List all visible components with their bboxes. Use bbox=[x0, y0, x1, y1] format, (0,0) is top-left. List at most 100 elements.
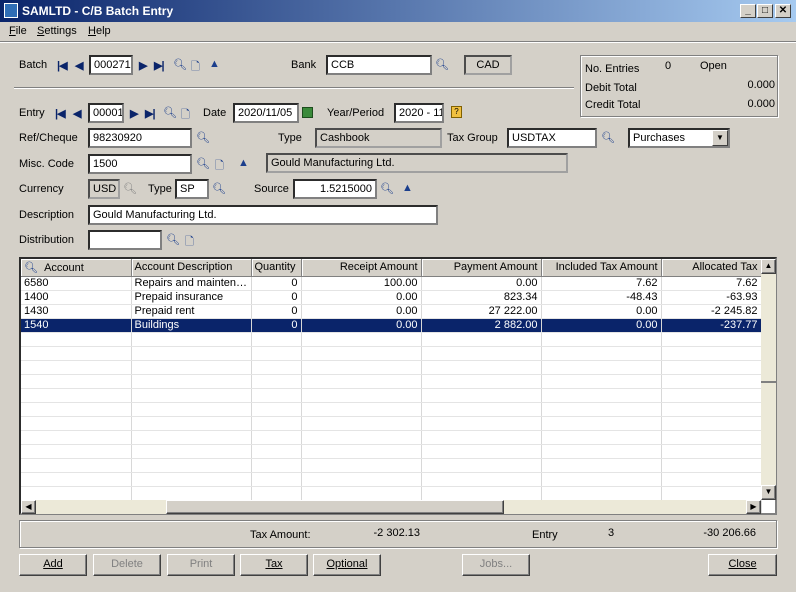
menu-help[interactable]: Help bbox=[88, 25, 111, 37]
close-window-button[interactable]: ✕ bbox=[775, 4, 791, 18]
add-button[interactable]: Add bbox=[19, 554, 87, 576]
table-cell[interactable] bbox=[421, 416, 542, 431]
table-cell[interactable] bbox=[131, 346, 252, 361]
table-cell[interactable] bbox=[661, 430, 762, 445]
table-cell[interactable] bbox=[21, 514, 131, 515]
table-cell[interactable]: -237.77 bbox=[661, 318, 762, 333]
batch-new-icon[interactable]: 🗋 bbox=[191, 58, 200, 77]
table-cell[interactable]: 0.00 bbox=[421, 276, 542, 291]
table-cell[interactable] bbox=[251, 360, 302, 375]
tax-button[interactable]: Tax bbox=[240, 554, 308, 576]
col-account-description[interactable]: Account Description bbox=[131, 259, 252, 277]
table-cell[interactable] bbox=[661, 332, 762, 347]
table-cell[interactable] bbox=[131, 332, 252, 347]
tax-group-finder-icon[interactable]: 🔍︎ bbox=[601, 131, 615, 144]
empty-row[interactable] bbox=[21, 486, 762, 501]
table-cell[interactable]: 0.00 bbox=[541, 304, 662, 319]
vertical-scrollbar[interactable] bbox=[761, 259, 776, 499]
table-cell[interactable] bbox=[421, 486, 542, 501]
entry-next-icon[interactable]: ▶ bbox=[130, 107, 139, 120]
scroll-down-icon[interactable]: ▼ bbox=[761, 485, 776, 500]
empty-row[interactable] bbox=[21, 514, 761, 515]
table-cell[interactable] bbox=[251, 472, 302, 487]
table-cell[interactable] bbox=[131, 402, 252, 417]
table-cell[interactable] bbox=[131, 472, 252, 487]
search-icon[interactable]: 🔍︎ bbox=[24, 262, 38, 274]
table-row[interactable]: 1400 Prepaid insurance 0 0.00 823.34 -48.43 -6… bbox=[21, 290, 762, 305]
table-cell[interactable]: 0 bbox=[251, 290, 302, 305]
table-cell[interactable] bbox=[131, 444, 252, 459]
table-cell[interactable] bbox=[541, 472, 662, 487]
empty-row[interactable] bbox=[21, 472, 762, 487]
empty-row[interactable] bbox=[21, 360, 762, 375]
table-cell[interactable] bbox=[661, 374, 762, 389]
empty-row[interactable] bbox=[21, 444, 762, 459]
table-cell[interactable] bbox=[421, 444, 542, 459]
scroll-thumb[interactable] bbox=[761, 381, 776, 383]
year-period-field[interactable]: 2020 - 11 bbox=[394, 103, 444, 123]
table-cell[interactable] bbox=[21, 430, 132, 445]
batch-next-icon[interactable]: ▶ bbox=[139, 59, 148, 72]
table-cell[interactable] bbox=[301, 402, 422, 417]
table-cell[interactable] bbox=[21, 332, 132, 347]
table-cell[interactable]: Prepaid rent bbox=[131, 304, 252, 319]
table-cell[interactable] bbox=[251, 388, 302, 403]
table-cell[interactable] bbox=[251, 430, 302, 445]
entry-first-icon[interactable]: |◀ bbox=[55, 107, 66, 120]
table-cell[interactable] bbox=[541, 402, 662, 417]
table-cell[interactable] bbox=[661, 486, 762, 501]
table-cell[interactable] bbox=[541, 360, 662, 375]
table-cell[interactable] bbox=[541, 444, 662, 459]
table-row[interactable]: 1430 Prepaid rent 0 0.00 27 222.00 0.00 -2 245… bbox=[21, 304, 762, 319]
table-cell[interactable] bbox=[541, 332, 662, 347]
table-cell[interactable] bbox=[661, 472, 762, 487]
entry-last-icon[interactable]: ▶| bbox=[145, 107, 156, 120]
table-cell[interactable] bbox=[131, 374, 252, 389]
table-cell[interactable]: 0.00 bbox=[301, 304, 422, 319]
table-cell[interactable] bbox=[301, 332, 422, 347]
date-field[interactable]: 2020/11/05 bbox=[233, 103, 299, 123]
table-cell[interactable] bbox=[301, 514, 421, 515]
batch-prev-icon[interactable]: ◀ bbox=[75, 59, 84, 72]
misc-new-icon[interactable]: 🗋 bbox=[215, 157, 224, 176]
batch-zoom-icon[interactable]: ▲ bbox=[209, 58, 220, 70]
col-allocated-tax[interactable]: Allocated Tax bbox=[661, 259, 762, 277]
empty-row[interactable] bbox=[21, 430, 762, 445]
table-cell[interactable] bbox=[421, 458, 542, 473]
table-cell[interactable] bbox=[251, 444, 302, 459]
table-cell[interactable]: 0 bbox=[251, 304, 302, 319]
table-row[interactable]: 1540 Buildings 0 0.00 2 882.00 0.00 -237.77 bbox=[21, 318, 762, 333]
table-cell[interactable] bbox=[541, 346, 662, 361]
batch-last-icon[interactable]: ▶| bbox=[154, 59, 165, 72]
rate-type-field[interactable]: SP bbox=[175, 179, 209, 199]
bank-field[interactable]: CCB bbox=[326, 55, 432, 75]
col-account[interactable]: 🔍︎ Account bbox=[21, 259, 132, 277]
table-cell[interactable] bbox=[131, 486, 252, 501]
table-cell[interactable]: Repairs and mainten… bbox=[131, 276, 252, 291]
table-cell[interactable]: 0 bbox=[251, 276, 302, 291]
table-cell[interactable]: -63.93 bbox=[661, 290, 762, 305]
scroll-up-icon[interactable]: ▲ bbox=[761, 259, 776, 274]
table-cell[interactable] bbox=[301, 346, 422, 361]
scroll-right-icon[interactable]: ▶ bbox=[746, 500, 761, 514]
table-cell[interactable] bbox=[661, 444, 762, 459]
source-finder-icon[interactable]: 🔍︎ bbox=[380, 182, 394, 195]
table-cell[interactable] bbox=[251, 514, 301, 515]
batch-first-icon[interactable]: |◀ bbox=[57, 59, 68, 72]
table-cell[interactable] bbox=[421, 430, 542, 445]
detail-grid[interactable]: 🔍︎ Account Account Description Quantity … bbox=[19, 257, 777, 515]
table-cell[interactable] bbox=[421, 374, 542, 389]
table-cell[interactable] bbox=[421, 402, 542, 417]
table-cell[interactable] bbox=[131, 514, 251, 515]
bank-finder-icon[interactable]: 🔍︎ bbox=[435, 58, 449, 71]
empty-row[interactable] bbox=[21, 416, 762, 431]
table-cell[interactable] bbox=[21, 388, 132, 403]
col-included-tax[interactable]: Included Tax Amount bbox=[541, 259, 662, 277]
entry-prev-icon[interactable]: ◀ bbox=[73, 107, 82, 120]
description-field[interactable]: Gould Manufacturing Ltd. bbox=[88, 205, 438, 225]
distribution-field[interactable] bbox=[88, 230, 162, 250]
empty-row[interactable] bbox=[21, 374, 762, 389]
table-cell[interactable] bbox=[21, 374, 132, 389]
menu-file[interactable]: File bbox=[9, 25, 27, 37]
table-cell[interactable]: 0 bbox=[251, 318, 302, 333]
